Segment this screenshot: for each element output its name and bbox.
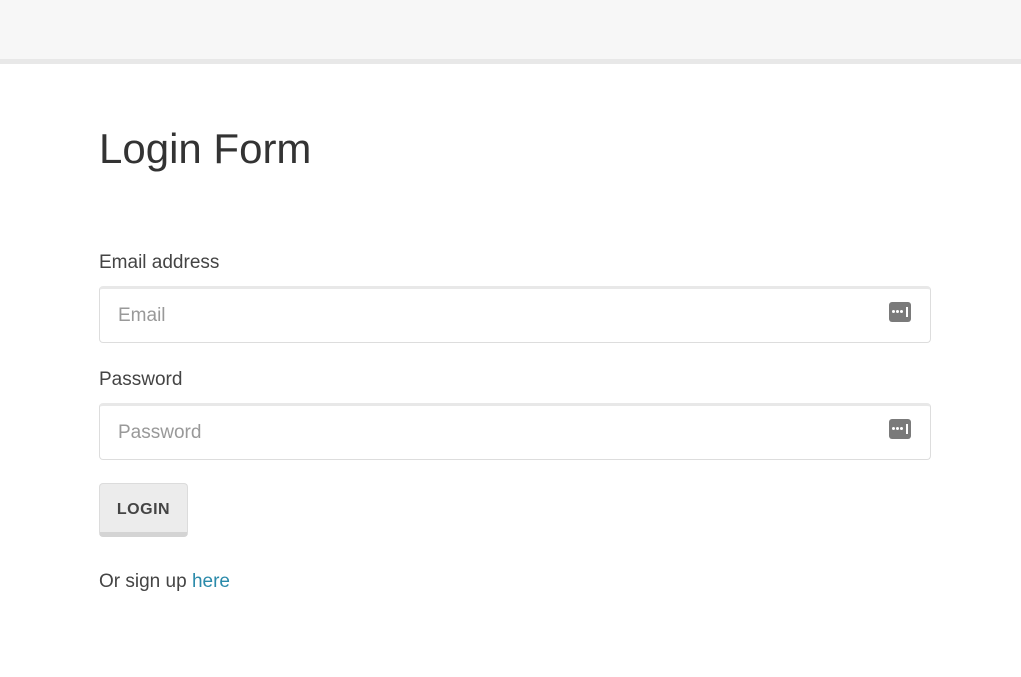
signup-link[interactable]: here bbox=[192, 571, 230, 592]
email-label: Email address bbox=[99, 252, 220, 273]
email-field-wrapper bbox=[99, 286, 931, 343]
signup-prompt: Or sign up here bbox=[99, 570, 230, 594]
email-input[interactable] bbox=[100, 289, 930, 342]
login-button[interactable]: LOGIN bbox=[99, 483, 188, 537]
signup-prefix: Or sign up bbox=[99, 571, 187, 592]
password-input[interactable] bbox=[100, 406, 930, 459]
password-label: Password bbox=[99, 369, 183, 390]
page-title: Login Form bbox=[99, 125, 312, 172]
password-field-wrapper bbox=[99, 403, 931, 460]
password-manager-key-icon[interactable] bbox=[889, 302, 911, 322]
password-manager-key-icon[interactable] bbox=[889, 419, 911, 439]
top-navbar bbox=[0, 0, 1021, 64]
